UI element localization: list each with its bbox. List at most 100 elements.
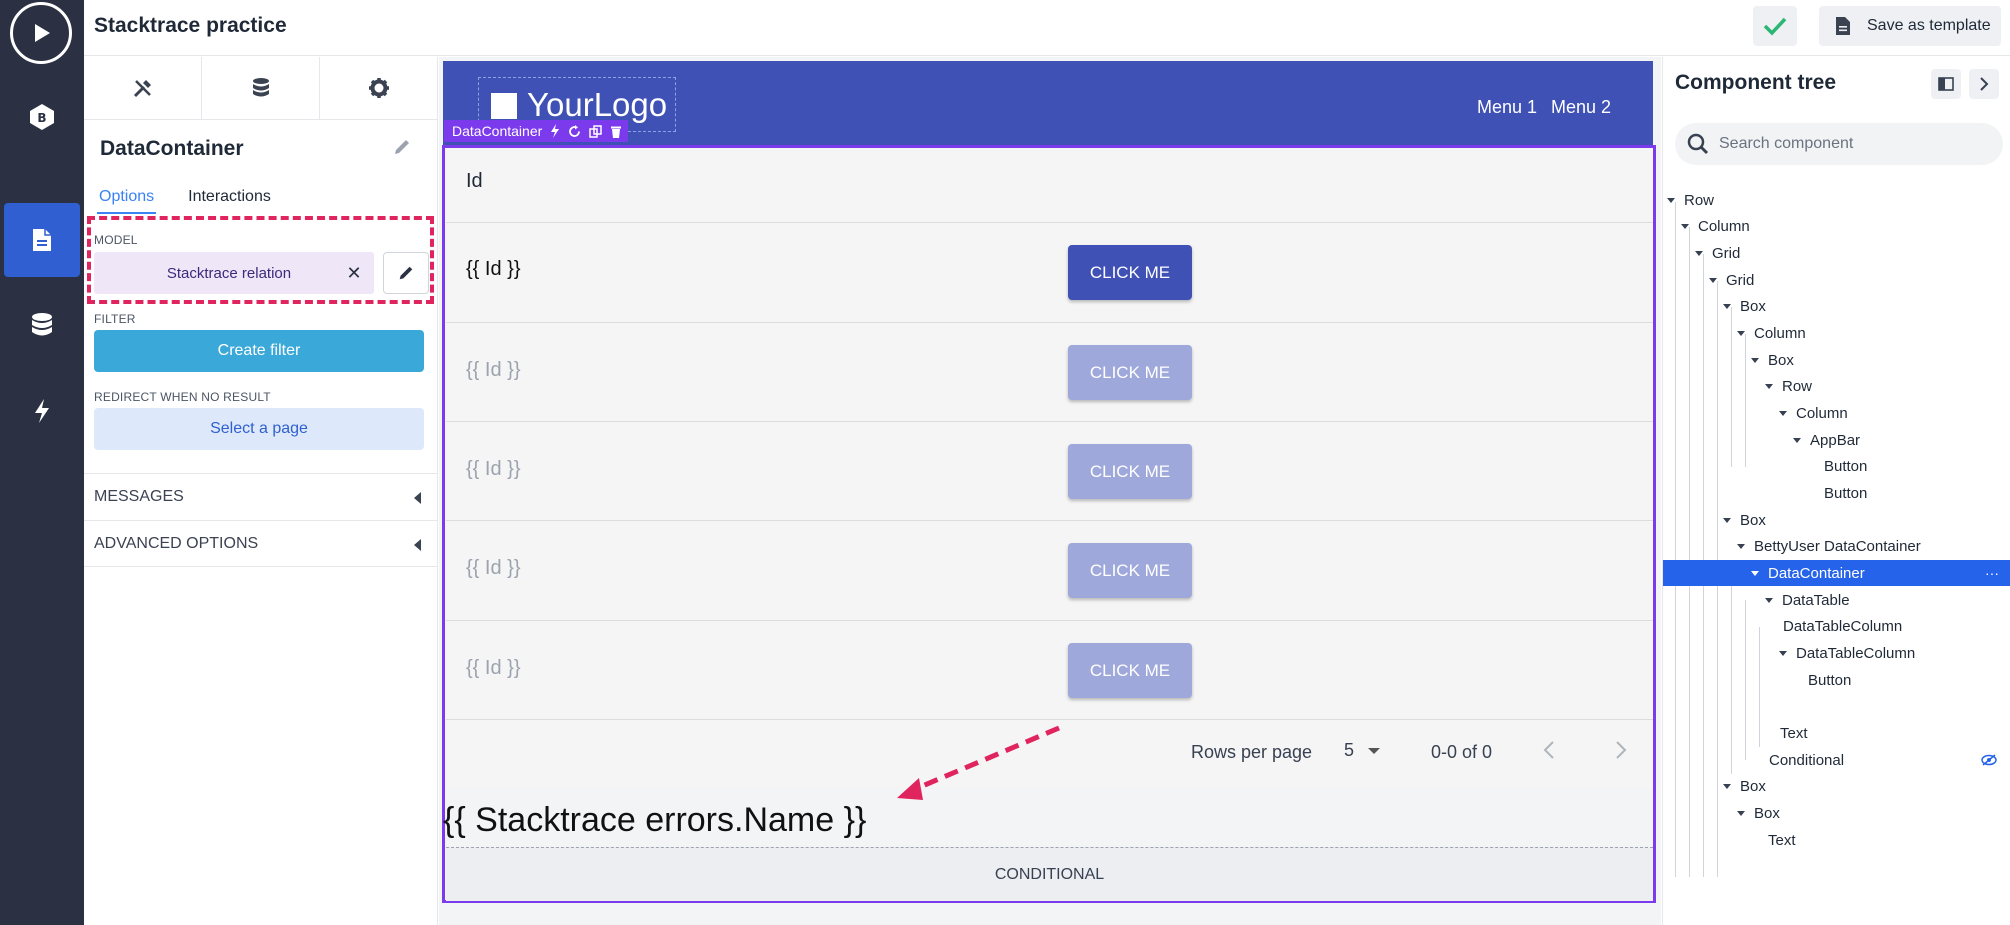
- tree-node-selected[interactable]: DataContainer ···: [1663, 560, 2010, 586]
- tree-node[interactable]: Column: [1681, 213, 1750, 239]
- tree-node[interactable]: Conditional: [1769, 747, 2007, 773]
- click-me-button[interactable]: CLICK ME: [1068, 245, 1192, 300]
- more-options-icon[interactable]: ···: [1985, 565, 1999, 581]
- search-icon: [1687, 133, 1709, 155]
- check-icon: [1763, 17, 1787, 36]
- tree-node[interactable]: Box: [1723, 293, 1766, 319]
- datacontainer-badge[interactable]: DataContainer: [444, 120, 629, 142]
- tab-settings[interactable]: [320, 57, 437, 119]
- conditional-dropzone[interactable]: CONDITIONAL: [446, 847, 1653, 901]
- toggle-panel-layout-icon[interactable]: [1931, 69, 1961, 99]
- datacontainer-badge-label: DataContainer: [452, 123, 543, 139]
- tree-node[interactable]: BettyUser DataContainer: [1737, 533, 1921, 559]
- rows-per-page-value: 5: [1344, 740, 1355, 760]
- tree-node[interactable]: Grid: [1695, 240, 1740, 266]
- component-tree-title: Component tree: [1675, 71, 1837, 94]
- left-rail: B: [0, 0, 84, 925]
- lightning-icon: [551, 124, 560, 138]
- tree-node[interactable]: Column: [1779, 400, 1848, 426]
- tree-node[interactable]: Button: [1808, 667, 1851, 693]
- database-icon: [252, 78, 269, 97]
- model-label: MODEL: [94, 233, 138, 247]
- menu-2-button[interactable]: Menu 2: [1551, 97, 1611, 118]
- tree-node[interactable]: Text: [1780, 720, 1808, 746]
- tree-node[interactable]: Row: [1667, 187, 1714, 213]
- tree-node[interactable]: AppBar: [1793, 427, 1860, 453]
- previous-page-icon[interactable]: [1543, 740, 1555, 765]
- model-select[interactable]: Stacktrace relation ✕: [94, 252, 374, 294]
- id-cell: {{ Id }}: [466, 557, 521, 579]
- tree-node[interactable]: Button: [1824, 453, 1867, 479]
- create-filter-button[interactable]: Create filter: [94, 330, 424, 372]
- search-component-input[interactable]: Search component: [1675, 123, 2003, 165]
- tree-node[interactable]: Box: [1723, 773, 1766, 799]
- tab-options[interactable]: Options: [97, 188, 157, 214]
- chevron-down-icon: [1368, 747, 1381, 754]
- copy-icon: [589, 124, 603, 138]
- tree-node[interactable]: Box: [1737, 800, 1780, 826]
- caret-left-icon: [414, 492, 421, 504]
- table-row: {{ Id }} CLICK ME: [446, 223, 1653, 323]
- stacktrace-errors-name-text[interactable]: {{ Stacktrace errors.Name }}: [443, 801, 866, 840]
- search-placeholder: Search component: [1719, 135, 1854, 152]
- play-icon[interactable]: [10, 2, 72, 64]
- pages-icon[interactable]: [4, 203, 80, 277]
- filter-label: FILTER: [94, 312, 136, 326]
- click-me-button[interactable]: CLICK ME: [1068, 444, 1192, 499]
- tree-node[interactable]: Row: [1765, 373, 1812, 399]
- table-row: {{ Id }} CLICK ME: [446, 621, 1653, 720]
- logo-text-light: Your: [527, 85, 594, 123]
- table-header-row: Id: [446, 148, 1653, 223]
- tree-node[interactable]: DataTable: [1765, 587, 1850, 613]
- tab-interactions[interactable]: Interactions: [188, 188, 271, 214]
- database-icon[interactable]: [0, 288, 84, 362]
- tree-node[interactable]: Text: [1768, 827, 1796, 853]
- edit-model-button[interactable]: [383, 252, 429, 294]
- menu-1-button[interactable]: Menu 1: [1477, 97, 1537, 118]
- model-value: Stacktrace relation: [166, 264, 292, 282]
- svg-text:B: B: [37, 111, 46, 125]
- tree-node[interactable]: Box: [1723, 507, 1766, 533]
- tab-data[interactable]: [202, 57, 320, 119]
- tree-node[interactable]: DataTableColumn: [1779, 640, 1915, 666]
- tab-components[interactable]: [84, 57, 202, 119]
- click-me-button[interactable]: CLICK ME: [1068, 345, 1192, 400]
- chevron-right-icon[interactable]: [1969, 69, 1999, 99]
- id-cell: {{ Id }}: [466, 458, 521, 480]
- document-icon: [1836, 17, 1850, 35]
- trash-icon: [611, 126, 622, 138]
- advanced-options-accordion[interactable]: ADVANCED OPTIONS: [84, 520, 437, 567]
- pencil-icon: [399, 266, 413, 280]
- logo-square-icon: [491, 92, 517, 119]
- tree-node[interactable]: Button: [1824, 480, 1867, 506]
- rename-component-button[interactable]: [392, 137, 412, 162]
- component-name: DataContainer: [100, 137, 244, 160]
- save-as-template-button[interactable]: Save as template: [1819, 6, 2001, 46]
- click-me-button[interactable]: CLICK ME: [1068, 643, 1192, 698]
- data-table: Id {{ Id }} CLICK ME {{ Id }} CLICK ME {…: [446, 148, 1653, 788]
- pencil-icon: [395, 140, 409, 154]
- tree-node[interactable]: DataTableColumn: [1783, 613, 1902, 639]
- clear-model-icon[interactable]: ✕: [334, 263, 374, 284]
- eye-off-icon: [1981, 754, 1997, 766]
- pagination-range: 0-0 of 0: [1431, 742, 1493, 762]
- betty-logo-icon[interactable]: B: [0, 80, 84, 154]
- redirect-label: REDIRECT WHEN NO RESULT: [94, 390, 271, 404]
- caret-left-icon: [414, 539, 421, 551]
- id-cell: {{ Id }}: [466, 657, 521, 679]
- table-row: {{ Id }} CLICK ME: [446, 323, 1653, 422]
- publish-check-button[interactable]: [1753, 6, 1797, 46]
- lightning-icon[interactable]: [0, 374, 84, 448]
- tree-node[interactable]: Column: [1737, 320, 1806, 346]
- click-me-button[interactable]: CLICK ME: [1068, 543, 1192, 598]
- panel-tabs: [84, 57, 437, 120]
- select-page-button[interactable]: Select a page: [94, 408, 424, 450]
- tree-node[interactable]: Grid: [1709, 267, 1754, 293]
- rows-per-page-select[interactable]: 5: [1344, 740, 1381, 761]
- next-page-icon[interactable]: [1615, 740, 1627, 765]
- table-row: {{ Id }} CLICK ME: [446, 521, 1653, 621]
- id-cell: {{ Id }}: [466, 359, 521, 381]
- messages-accordion[interactable]: MESSAGES: [84, 473, 437, 520]
- save-as-template-label: Save as template: [1867, 17, 1991, 34]
- tree-node[interactable]: Box: [1751, 347, 1794, 373]
